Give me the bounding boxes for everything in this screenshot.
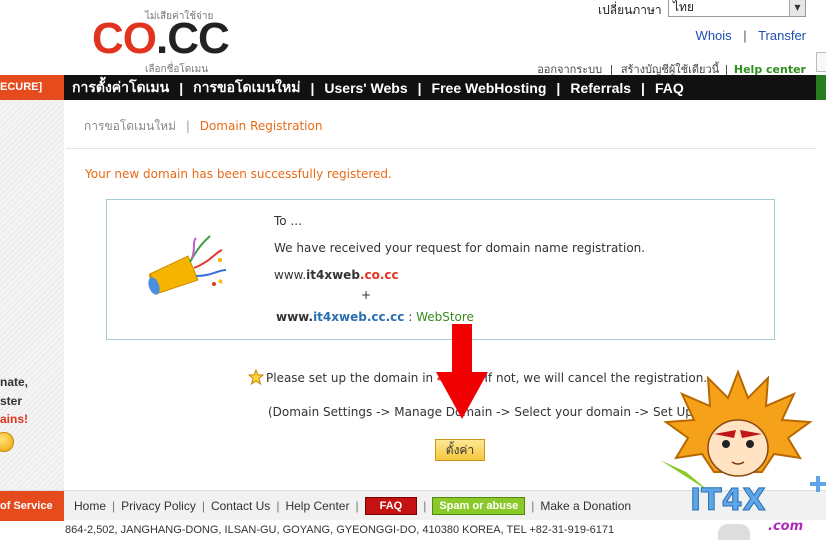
divider bbox=[66, 148, 816, 149]
domain-2-separator: : bbox=[404, 310, 417, 324]
footer-separator: | bbox=[276, 499, 280, 513]
footer-spam-button[interactable]: Spam or abuse bbox=[432, 497, 526, 515]
webstore-link[interactable]: WebStore bbox=[416, 310, 474, 324]
breadcrumb-current: Domain Registration bbox=[199, 119, 323, 133]
to-line: To ... bbox=[274, 214, 302, 228]
breadcrumb-separator: | bbox=[185, 119, 190, 133]
watermark-suffix: .com bbox=[768, 519, 803, 534]
chevron-down-icon[interactable]: ▼ bbox=[789, 0, 805, 16]
main-nav: ECURE] การตั้งค่าโดเมน | การขอโดเมนใหม่ … bbox=[0, 75, 826, 100]
notice-text-before: Please set up the domain in bbox=[266, 371, 437, 385]
footer-donation-link[interactable]: Make a Donation bbox=[540, 499, 631, 513]
received-line: We have received your request for domain… bbox=[274, 241, 646, 255]
left-promo-line2: ster bbox=[0, 394, 23, 408]
separator: | bbox=[743, 28, 747, 43]
nav-separator: | bbox=[310, 79, 315, 96]
nav-separator: | bbox=[556, 79, 561, 96]
domain-1[interactable]: www.it4xweb.co.cc bbox=[274, 268, 399, 282]
watermark-text: IT4X bbox=[690, 483, 766, 518]
footer-faq-button[interactable]: FAQ bbox=[364, 497, 418, 515]
success-message: Your new domain has been successfully re… bbox=[85, 167, 392, 181]
nav-separator: | bbox=[641, 79, 645, 96]
footer-help-link[interactable]: Help Center bbox=[285, 499, 349, 513]
logo-cc: .CC bbox=[156, 14, 230, 63]
left-promo-line1: nate, bbox=[0, 375, 29, 389]
footer-separator: | bbox=[355, 499, 359, 513]
terms-of-service-link[interactable]: of Service bbox=[0, 491, 64, 521]
whois-links: Whois | Transfer bbox=[696, 28, 806, 43]
footer-separator: | bbox=[531, 499, 535, 513]
breadcrumb: การขอโดเมนใหม่ | Domain Registration bbox=[84, 117, 322, 136]
footer-separator: | bbox=[423, 499, 427, 513]
it4x-watermark-logo: IT4X .com bbox=[660, 369, 826, 534]
nav-item-faq[interactable]: FAQ bbox=[655, 80, 684, 96]
left-promo-panel bbox=[0, 100, 64, 490]
breadcrumb-parent[interactable]: การขอโดเมนใหม่ bbox=[84, 119, 176, 133]
whois-link[interactable]: Whois bbox=[696, 28, 732, 43]
setup-button[interactable]: ตั้งค่า bbox=[435, 439, 485, 461]
nav-edge-accent bbox=[816, 75, 826, 100]
right-edge-box bbox=[816, 52, 826, 72]
nav-item-domain-settings[interactable]: การตั้งค่าโดเมน bbox=[72, 77, 169, 99]
footer-links: Home | Privacy Policy | Contact Us | Hel… bbox=[74, 491, 631, 521]
domain-1-tld: .co.cc bbox=[359, 268, 399, 282]
footer-home-link[interactable]: Home bbox=[74, 499, 106, 513]
domain-2-name: it4xweb.cc.cc bbox=[313, 310, 405, 324]
logo-co: CO bbox=[92, 14, 157, 63]
domain-1-name: it4xweb bbox=[306, 268, 360, 282]
domain-2[interactable]: www.it4xweb.cc.cc : WebStore bbox=[276, 310, 474, 324]
nav-item-referrals[interactable]: Referrals bbox=[570, 80, 631, 96]
nav-menu: การตั้งค่าโดเมน | การขอโดเมนใหม่ | Users… bbox=[72, 75, 684, 100]
party-popper-icon bbox=[148, 235, 227, 295]
left-promo-line3: ains! bbox=[0, 412, 29, 426]
domain-2-prefix: www. bbox=[276, 310, 314, 324]
language-value: ไทย bbox=[673, 0, 694, 14]
secure-badge[interactable]: ECURE] bbox=[0, 75, 64, 100]
star-icon bbox=[248, 369, 264, 385]
footer-contact-link[interactable]: Contact Us bbox=[211, 499, 270, 513]
footer-privacy-link[interactable]: Privacy Policy bbox=[121, 499, 196, 513]
footer-separator: | bbox=[201, 499, 205, 513]
plus-sign: + bbox=[361, 288, 372, 302]
language-label: เปลี่ยนภาษา bbox=[598, 3, 662, 17]
company-address: 864-2,502, JANGHANG-DONG, ILSAN-GU, GOYA… bbox=[65, 524, 615, 536]
nav-item-new-domain[interactable]: การขอโดเมนใหม่ bbox=[193, 77, 300, 99]
language-select[interactable]: ไทย ▼ bbox=[668, 0, 806, 17]
domain-1-prefix: www. bbox=[274, 268, 307, 282]
nav-separator: | bbox=[417, 79, 422, 96]
footer-separator: | bbox=[112, 499, 116, 513]
nav-separator: | bbox=[179, 79, 184, 96]
red-arrow-icon bbox=[436, 324, 488, 419]
nav-item-free-webhosting[interactable]: Free WebHosting bbox=[432, 80, 547, 96]
site-logo[interactable]: CO.CC bbox=[92, 14, 230, 64]
transfer-link[interactable]: Transfer bbox=[758, 28, 806, 43]
nav-item-users-webs[interactable]: Users' Webs bbox=[324, 80, 407, 96]
